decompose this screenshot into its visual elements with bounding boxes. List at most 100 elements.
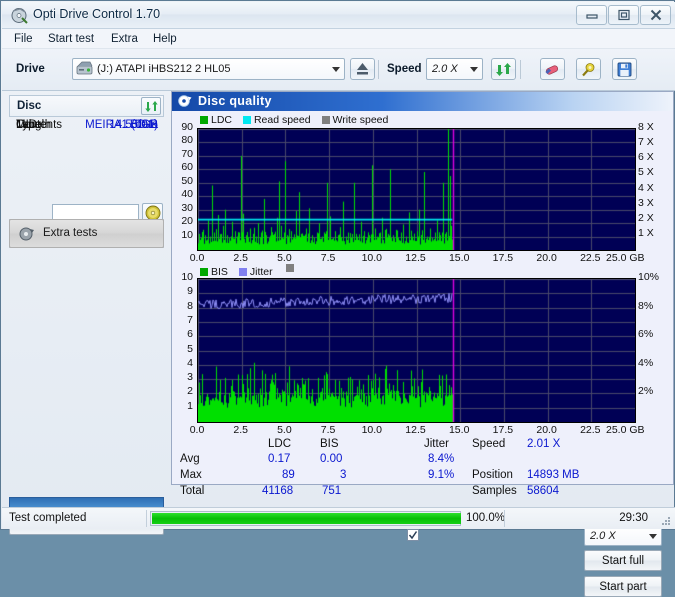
x-tick-label: 12.5 (405, 252, 426, 264)
y-tick-label: 7 (187, 313, 193, 326)
maximize-icon (617, 9, 630, 21)
resize-grip-icon[interactable] (661, 516, 671, 526)
x-tick-label: 12.5 (405, 424, 426, 436)
x-tick-label: 25.0 GB (606, 424, 645, 436)
x-tick-label: 7.5 (320, 252, 336, 264)
test-speed-value: 2.0 X (590, 530, 616, 542)
y-tick-label: 2 (187, 385, 193, 398)
status-text: Test completed (9, 512, 87, 524)
y2-tick-label: 6 X (638, 151, 654, 164)
legend-label-write-speed: Write speed (332, 114, 389, 126)
speed-label: Speed (387, 63, 422, 75)
menu-item-file[interactable]: File (10, 32, 37, 47)
y-tick-label: 4 (187, 356, 193, 369)
disc-refresh-button[interactable] (141, 97, 161, 115)
y-tick-label: 90 (181, 121, 193, 133)
test-speed-select[interactable]: 2.0 X (584, 526, 662, 546)
speed-select[interactable]: 2.0 X (426, 58, 483, 80)
minimize-button[interactable] (576, 5, 607, 25)
toolbar: Drive (J:) ATAPI iHBS212 2 HL05 Speed 2.… (2, 49, 675, 91)
disc-row-label-key: Label (16, 119, 45, 131)
y-tick-label: 30 (181, 201, 193, 214)
menu-bar: File Start test Extra Help (2, 29, 675, 49)
chevron-down-icon (649, 534, 657, 539)
stats-row-total-key: Total (180, 485, 205, 497)
content-panel: Disc quality LDC Read speed Write speed … (171, 91, 674, 597)
menu-item-start-test[interactable]: Start test (44, 32, 98, 47)
menu-item-extra[interactable]: Extra (107, 32, 142, 47)
x-tick-label: 22.5 (580, 424, 601, 436)
jitter-checkbox[interactable] (407, 529, 419, 541)
eject-icon (357, 63, 368, 75)
legend-label-read-speed: Read speed (253, 114, 311, 126)
stats-row-max-key: Max (180, 469, 202, 481)
content-title: Disc quality (198, 94, 272, 108)
y2-tick-label: 1 X (638, 226, 654, 239)
x-tick-label: 5.0 (277, 424, 292, 436)
close-icon (650, 9, 661, 21)
y-tick-label: 40 (181, 188, 193, 201)
y-tick-label: 5 (187, 342, 193, 355)
y2-tick-label: 2 X (638, 211, 654, 224)
y-tick-label: 80 (181, 134, 193, 147)
settings-button[interactable] (576, 58, 601, 80)
y-tick-label: 60 (181, 161, 193, 174)
y2-tick-label: 4% (638, 356, 654, 369)
progress-percent: 100.0% (466, 512, 506, 524)
stats-row-total-ldc: 41168 (262, 485, 294, 497)
stats-row-max-jitter: 9.1% (428, 469, 455, 481)
x-tick-label: 2.5 (233, 424, 248, 436)
legend-label-jitter: Jitter (249, 266, 273, 278)
chevron-down-icon (470, 67, 478, 72)
eject-button[interactable] (350, 58, 375, 80)
window-title: Opti Drive Control 1.70 (33, 7, 161, 21)
toolbar-separator-2 (520, 60, 521, 79)
y-tick-label: 20 (181, 215, 193, 228)
x-tick-label: 20.0 (536, 424, 557, 436)
y-tick-label: 70 (181, 147, 193, 160)
x-tick-label: 2.5 (233, 252, 248, 264)
stats-row-avg-bis: 0.00 (320, 453, 343, 465)
sidebar-item-label: Extra tests (43, 227, 98, 239)
refresh-icon (496, 63, 511, 76)
refresh-button[interactable] (491, 58, 516, 80)
close-button[interactable] (640, 5, 671, 25)
stats-position-key: Position (472, 469, 513, 481)
menu-item-help[interactable]: Help (149, 32, 181, 47)
start-full-button[interactable]: Start full (584, 550, 662, 571)
legend-swatch-extra (285, 264, 294, 272)
stats-header-jitter: Jitter (424, 438, 449, 450)
sidebar-item-extra-tests[interactable]: Extra tests (9, 219, 164, 248)
stats-speed-value: 2.01 X (527, 438, 561, 450)
save-button[interactable] (612, 58, 637, 80)
status-separator-1 (146, 510, 147, 527)
title-bar: Opti Drive Control 1.70 (2, 2, 675, 29)
progress-bar (150, 511, 461, 526)
toolbar-separator-1 (378, 60, 379, 79)
status-bar: Test completed 100.0% 29:30 (2, 507, 675, 529)
minimize-icon (585, 14, 598, 19)
y-tick-label: 10 (181, 271, 193, 283)
legend-swatch-read-speed (242, 116, 251, 124)
x-tick-label: 5.0 (277, 252, 292, 264)
x-tick-label: 17.5 (492, 252, 514, 264)
erase-icon (545, 65, 559, 75)
disc-info-list: Type BD-R MID MEIRA1 (001) Length 14.55 … (9, 118, 164, 223)
erase-button[interactable] (540, 58, 565, 80)
drive-select[interactable]: (J:) ATAPI iHBS212 2 HL05 (72, 58, 345, 80)
elapsed-time: 29:30 (619, 512, 648, 524)
y-tick-label: 3 (187, 371, 193, 384)
maximize-button[interactable] (608, 5, 639, 25)
app-disc-icon (11, 8, 28, 24)
y-tick-label: 1 (187, 399, 193, 412)
app-window: Opti Drive Control 1.70 File Start test … (0, 0, 675, 597)
nav-list: Transfer rate Create test disc Verify te… (9, 219, 164, 500)
stats-row-total-bis: 751 (322, 485, 342, 497)
bis-chart-legend: BIS Jitter (200, 264, 297, 278)
y-tick-label: 50 (181, 174, 193, 187)
x-tick-label: 7.5 (320, 424, 336, 436)
legend-label-ldc: LDC (211, 114, 233, 126)
disc-quality-icon (178, 95, 192, 107)
start-part-button[interactable]: Start part (584, 576, 662, 597)
x-tick-label: 17.5 (492, 424, 514, 436)
